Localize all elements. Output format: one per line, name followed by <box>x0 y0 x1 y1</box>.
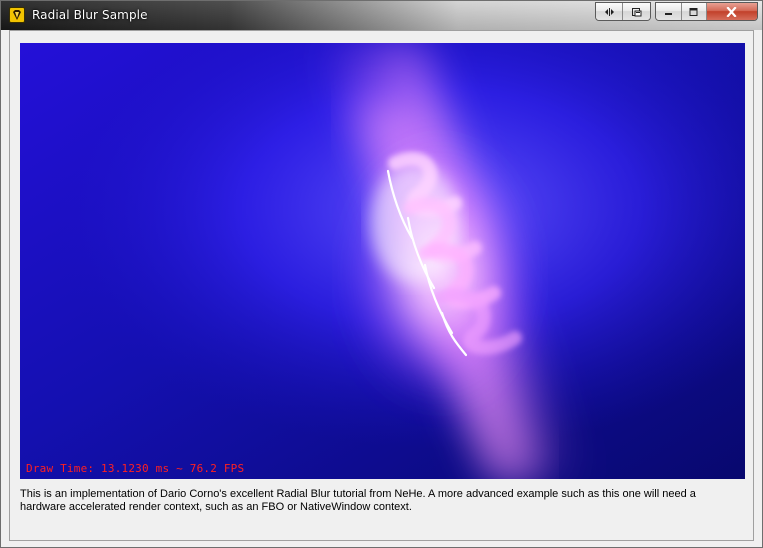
title-bar[interactable]: Radial Blur Sample <box>1 1 762 30</box>
client-area: Draw Time: 13.1230 ms ~ 76.2 FPS This is… <box>9 30 754 541</box>
app-window: Radial Blur Sample Draw Time: 13.1230 ms… <box>0 0 763 548</box>
minimize-icon <box>664 12 672 15</box>
minimize-button[interactable] <box>656 3 682 20</box>
render-canvas[interactable]: Draw Time: 13.1230 ms ~ 76.2 FPS <box>20 43 745 479</box>
extra-title-buttons <box>595 2 651 21</box>
fps-counter: Draw Time: 13.1230 ms ~ 76.2 FPS <box>26 462 245 475</box>
close-icon <box>726 6 738 17</box>
layout-button[interactable] <box>623 3 650 20</box>
maximize-icon <box>689 7 698 16</box>
layout-icon <box>632 7 642 16</box>
window-title: Radial Blur Sample <box>32 8 148 22</box>
radial-blur-render <box>20 43 745 479</box>
resize-arrows-button[interactable] <box>596 3 624 20</box>
resize-arrows-icon <box>604 7 614 16</box>
app-gem-icon[interactable] <box>9 7 25 23</box>
close-button[interactable] <box>707 3 757 20</box>
caption-buttons <box>655 2 758 21</box>
description-text: This is an implementation of Dario Corno… <box>20 488 696 513</box>
maximize-button[interactable] <box>681 3 707 20</box>
